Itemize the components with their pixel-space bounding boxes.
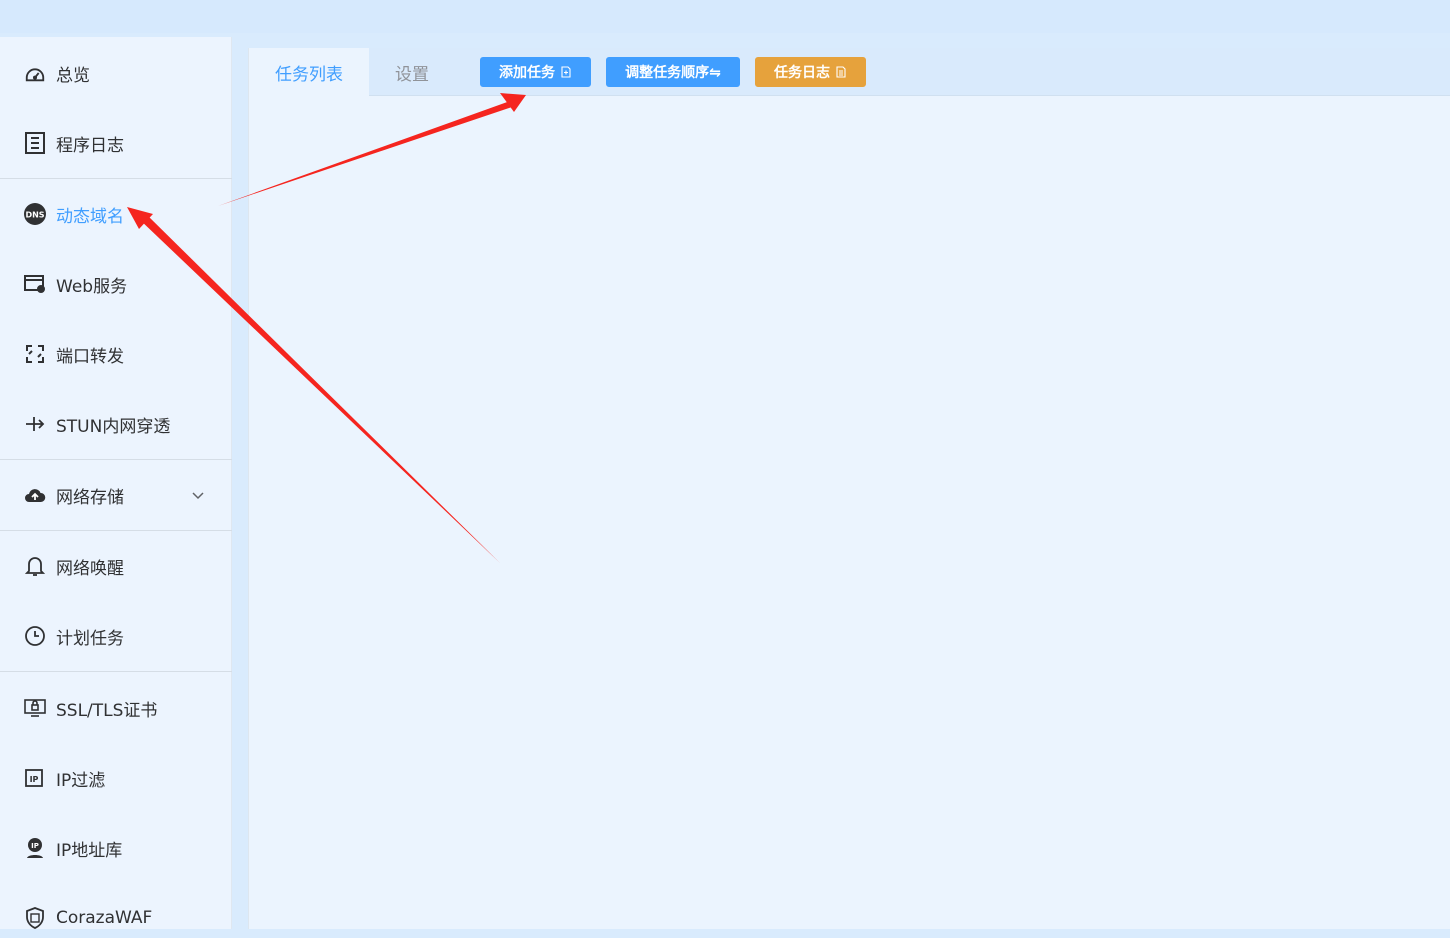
sidebar-item-program-log[interactable]: 程序日志: [0, 123, 232, 163]
task-log-button[interactable]: 任务日志: [755, 57, 866, 87]
dashboard-icon: [23, 61, 47, 85]
dns-icon: DNS: [23, 202, 47, 226]
sidebar-item-coraza-waf[interactable]: CorazaWAF: [0, 898, 232, 938]
cloud-upload-icon: [23, 483, 47, 507]
top-header-bar: [0, 0, 1450, 33]
menu-divider: [0, 671, 232, 672]
svg-text:DNS: DNS: [25, 211, 44, 220]
sidebar-item-label: STUN内网穿透: [56, 416, 171, 437]
sidebar-item-label: CorazaWAF: [56, 908, 153, 928]
sidebar-item-stun[interactable]: STUN内网穿透: [0, 404, 232, 444]
sidebar-menu: 总览 程序日志 DNS 动态域名 Web服务 端口转发 STUN内网穿透 网络存…: [0, 37, 232, 929]
sidebar-item-label: IP过滤: [56, 770, 106, 791]
sidebar-item-web-service[interactable]: Web服务: [0, 264, 232, 304]
sidebar-item-label: 端口转发: [56, 346, 124, 367]
sidebar-item-label: 程序日志: [56, 135, 124, 156]
certificate-icon: [23, 696, 47, 720]
sidebar-item-label: 计划任务: [56, 628, 124, 649]
task-log-label: 任务日志: [774, 65, 830, 81]
sidebar-item-ip-filter[interactable]: IP IP过滤: [0, 758, 232, 798]
sidebar-item-scheduled-tasks[interactable]: 计划任务: [0, 616, 232, 656]
add-task-button[interactable]: 添加任务: [480, 57, 591, 87]
port-forward-icon: [23, 342, 47, 366]
menu-divider: [0, 178, 232, 179]
log-icon: [23, 131, 47, 155]
sidebar-item-network-storage[interactable]: 网络存储: [0, 475, 232, 515]
ip-filter-icon: IP: [23, 766, 47, 790]
svg-text:IP: IP: [30, 775, 39, 784]
shield-icon: [23, 906, 47, 930]
add-document-icon: [561, 66, 571, 78]
add-task-label: 添加任务: [499, 65, 555, 81]
sidebar-item-label: 网络存储: [56, 487, 124, 508]
sidebar-item-ip-database[interactable]: IP IP地址库: [0, 828, 232, 868]
document-icon: [836, 66, 846, 78]
ip-database-icon: IP: [23, 836, 47, 860]
sidebar-item-port-forward[interactable]: 端口转发: [0, 334, 232, 374]
sidebar-item-overview[interactable]: 总览: [0, 53, 232, 93]
tab-task-list[interactable]: 任务列表: [249, 48, 369, 97]
sidebar-item-wake-on-lan[interactable]: 网络唤醒: [0, 546, 232, 586]
svg-text:IP: IP: [31, 842, 39, 850]
sidebar-item-ssl-certificate[interactable]: SSL/TLS证书: [0, 688, 232, 728]
tab-bar: 任务列表 设置 添加任务 调整任务顺序⇋ 任务日志: [249, 48, 1450, 97]
web-service-icon: [23, 272, 47, 296]
chevron-down-icon[interactable]: [190, 487, 206, 503]
menu-divider: [0, 530, 232, 531]
sidebar-item-label: SSL/TLS证书: [56, 700, 158, 721]
sidebar-item-label: 总览: [56, 65, 90, 86]
reorder-tasks-label: 调整任务顺序⇋: [625, 65, 721, 81]
stun-icon: [23, 412, 47, 436]
clock-icon: [23, 624, 47, 648]
sidebar-item-label: 动态域名: [56, 206, 124, 227]
main-content: 任务列表 设置 添加任务 调整任务顺序⇋ 任务日志: [248, 48, 1450, 929]
sidebar-item-label: 网络唤醒: [56, 558, 124, 579]
sidebar-item-ddns[interactable]: DNS 动态域名: [0, 194, 232, 234]
sidebar-item-label: Web服务: [56, 276, 128, 297]
bell-icon: [23, 554, 47, 578]
tab-settings[interactable]: 设置: [369, 48, 455, 96]
menu-divider: [0, 459, 232, 460]
reorder-tasks-button[interactable]: 调整任务顺序⇋: [606, 57, 740, 87]
sidebar-item-label: IP地址库: [56, 840, 123, 861]
